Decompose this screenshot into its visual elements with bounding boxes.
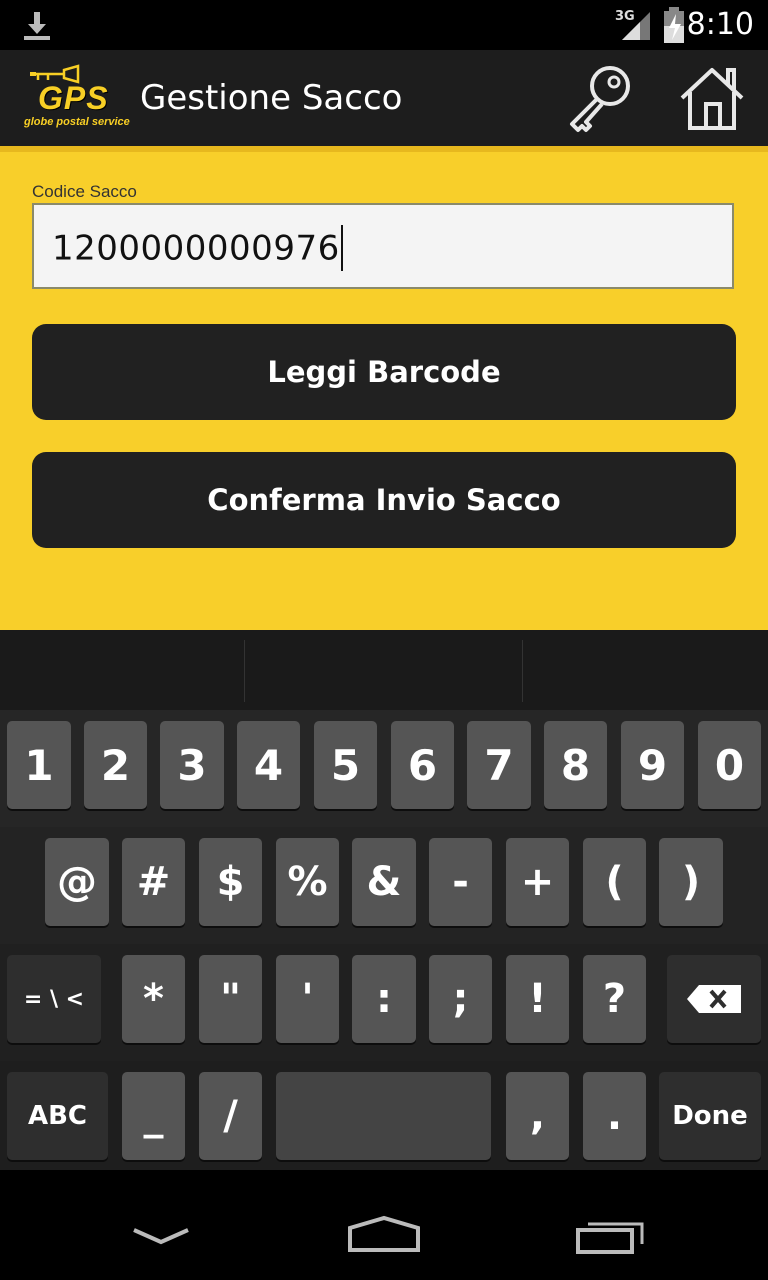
- key-6[interactable]: 6: [391, 721, 454, 809]
- text-caret: [340, 225, 343, 271]
- key-plus[interactable]: +: [506, 838, 569, 926]
- key-9[interactable]: 9: [621, 721, 684, 809]
- key-backspace[interactable]: [667, 955, 761, 1043]
- key-question[interactable]: ?: [583, 955, 646, 1043]
- keyboard-row-bottom: ABC _ / , . Done: [0, 1061, 768, 1178]
- key-comma[interactable]: ,: [506, 1072, 569, 1160]
- key-open-paren[interactable]: (: [583, 838, 646, 926]
- key-slash[interactable]: /: [199, 1072, 262, 1160]
- keyboard-row-symbols-2: = \ < * " ' : ; ! ?: [0, 944, 768, 1061]
- key-4[interactable]: 4: [237, 721, 300, 809]
- navigation-bar: [0, 1170, 768, 1280]
- page-title: Gestione Sacco: [140, 78, 403, 118]
- signal-icon: 3G: [614, 6, 654, 49]
- logo-subtext: globe postal service: [24, 116, 130, 128]
- suggestion-divider: [522, 640, 523, 702]
- battery-icon: [664, 7, 684, 43]
- key-2[interactable]: 2: [84, 721, 147, 809]
- key-exclamation[interactable]: !: [506, 955, 569, 1043]
- code-label: Codice Sacco: [32, 182, 137, 201]
- network-type: 3G: [615, 9, 635, 24]
- key-double-quote[interactable]: ": [199, 955, 262, 1043]
- key-colon[interactable]: :: [352, 955, 416, 1043]
- key-single-quote[interactable]: ': [276, 955, 339, 1043]
- key-at[interactable]: @: [45, 838, 109, 926]
- key-7[interactable]: 7: [467, 721, 531, 809]
- home-icon[interactable]: [676, 62, 748, 134]
- key-icon[interactable]: [564, 62, 636, 134]
- code-value: 1200000000976: [52, 225, 343, 273]
- key-space[interactable]: [276, 1072, 491, 1160]
- soft-keyboard: 1 2 3 4 5 6 7 8 9 0 @ # $ % & - + ( ) = …: [0, 630, 768, 1178]
- key-close-paren[interactable]: ): [659, 838, 723, 926]
- key-underscore[interactable]: _: [122, 1072, 185, 1160]
- back-hide-keyboard-icon[interactable]: [130, 1224, 192, 1248]
- logo-text: GPS: [38, 80, 109, 116]
- key-3[interactable]: 3: [160, 721, 224, 809]
- key-semicolon[interactable]: ;: [429, 955, 492, 1043]
- action-bar: GPS globe postal service Gestione Sacco: [0, 50, 768, 146]
- confirm-send-button[interactable]: Conferma Invio Sacco: [32, 452, 736, 548]
- key-dollar[interactable]: $: [199, 838, 262, 926]
- key-more-symbols[interactable]: = \ <: [7, 955, 101, 1043]
- backspace-icon: [687, 985, 741, 1013]
- key-done[interactable]: Done: [659, 1072, 761, 1160]
- key-hash[interactable]: #: [122, 838, 185, 926]
- keyboard-row-symbols-1: @ # $ % & - + ( ): [0, 827, 768, 944]
- key-minus[interactable]: -: [429, 838, 492, 926]
- main-content: Codice Sacco 1200000000976 Leggi Barcode…: [0, 152, 768, 630]
- download-icon: [24, 12, 50, 40]
- key-asterisk[interactable]: *: [122, 955, 185, 1043]
- suggestion-strip: [0, 630, 768, 711]
- suggestion-divider: [244, 640, 245, 702]
- clock: 8:10: [686, 7, 754, 42]
- key-period[interactable]: .: [583, 1072, 646, 1160]
- recents-icon[interactable]: [576, 1218, 646, 1254]
- read-barcode-button[interactable]: Leggi Barcode: [32, 324, 736, 420]
- key-ampersand[interactable]: &: [352, 838, 416, 926]
- code-input[interactable]: 1200000000976: [32, 203, 734, 289]
- key-8[interactable]: 8: [544, 721, 607, 809]
- key-1[interactable]: 1: [7, 721, 71, 809]
- keyboard-row-numbers: 1 2 3 4 5 6 7 8 9 0: [0, 710, 768, 827]
- key-0[interactable]: 0: [698, 721, 761, 809]
- app-logo[interactable]: GPS globe postal service: [20, 64, 138, 132]
- key-abc[interactable]: ABC: [7, 1072, 108, 1160]
- key-5[interactable]: 5: [314, 721, 377, 809]
- key-percent[interactable]: %: [276, 838, 339, 926]
- home-nav-icon[interactable]: [346, 1214, 422, 1254]
- status-bar: 3G 8:10: [0, 0, 768, 50]
